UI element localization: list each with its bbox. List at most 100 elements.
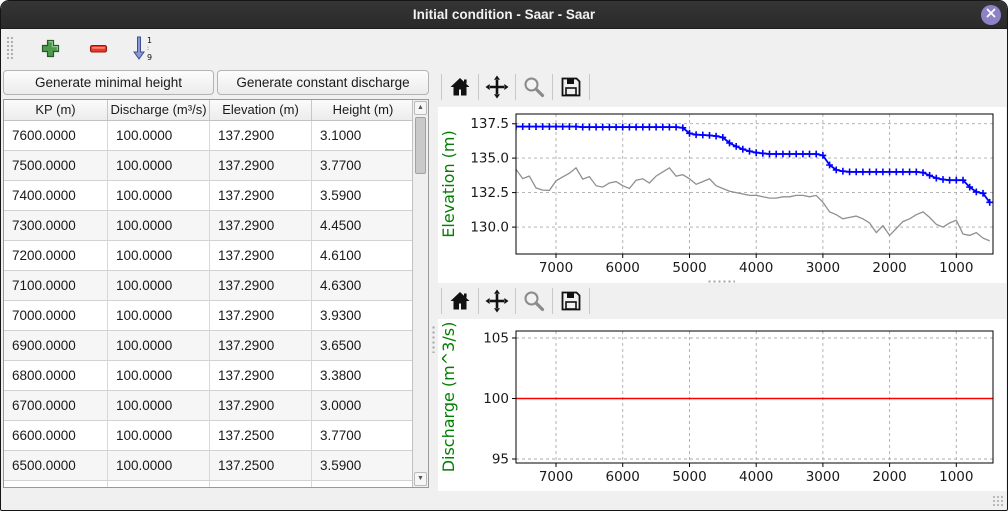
svg-text:1000: 1000 — [939, 469, 973, 485]
table-row[interactable] — [4, 481, 414, 488]
scroll-down-button[interactable]: ▼ — [414, 472, 427, 486]
table-cell[interactable]: 7000.0000 — [4, 301, 108, 331]
table-cell[interactable]: 6900.0000 — [4, 331, 108, 361]
table-row[interactable]: 7400.0000100.0000137.29003.5900 — [4, 181, 414, 211]
pane-splitter[interactable] — [429, 67, 438, 511]
table-cell[interactable]: 3.6500 — [312, 331, 414, 361]
table-row[interactable]: 7300.0000100.0000137.29004.4500 — [4, 211, 414, 241]
add-row-button[interactable] — [35, 33, 65, 63]
table-cell[interactable]: 6500.0000 — [4, 451, 108, 481]
column-header[interactable]: KP (m) — [4, 100, 108, 120]
svg-text:7000: 7000 — [539, 260, 573, 276]
table-cell[interactable]: 137.2900 — [210, 181, 312, 211]
table-cell[interactable]: 4.6100 — [312, 241, 414, 271]
table-cell[interactable]: 100.0000 — [108, 211, 210, 241]
home-button[interactable] — [445, 286, 475, 316]
table-cell[interactable] — [210, 481, 312, 488]
table-cell[interactable]: 100.0000 — [108, 331, 210, 361]
scroll-up-button[interactable]: ▲ — [414, 101, 427, 115]
window-resize-grip[interactable] — [992, 495, 1003, 506]
table-cell[interactable]: 137.2900 — [210, 121, 312, 151]
table-row[interactable]: 7600.0000100.0000137.29003.1000 — [4, 121, 414, 151]
table-cell[interactable]: 137.2900 — [210, 391, 312, 421]
generate-constant-discharge-button[interactable]: Generate constant discharge — [217, 70, 429, 95]
table-cell[interactable]: 100.0000 — [108, 181, 210, 211]
table-cell[interactable]: 100.0000 — [108, 241, 210, 271]
table-cell[interactable]: 4.6300 — [312, 271, 414, 301]
table-row[interactable]: 6800.0000100.0000137.29003.3800 — [4, 361, 414, 391]
home-button[interactable] — [445, 72, 475, 102]
column-header[interactable]: Discharge (m³/s) — [108, 100, 210, 120]
generate-minimal-height-button[interactable]: Generate minimal height — [3, 70, 214, 95]
table-row[interactable]: 7000.0000100.0000137.29003.9300 — [4, 301, 414, 331]
table-vertical-scrollbar[interactable]: ▲ ▼ — [412, 100, 428, 487]
table-cell[interactable]: 137.2900 — [210, 331, 312, 361]
table-cell[interactable] — [108, 481, 210, 488]
table-cell[interactable]: 100.0000 — [108, 151, 210, 181]
table-cell[interactable]: 137.2900 — [210, 361, 312, 391]
table-cell[interactable]: 100.0000 — [108, 421, 210, 451]
save-button[interactable] — [556, 286, 586, 316]
discharge-plot-canvas[interactable]: 700060005000400030002000100095100105Disc… — [438, 319, 1006, 491]
titlebar[interactable]: Initial condition - Saar - Saar — [1, 1, 1007, 29]
table-cell[interactable]: 100.0000 — [108, 451, 210, 481]
sort-rows-button[interactable]: 1 9 : — [129, 33, 159, 63]
table-cell[interactable] — [4, 481, 108, 488]
table-cell[interactable]: 3.5900 — [312, 181, 414, 211]
table-cell[interactable]: 7200.0000 — [4, 241, 108, 271]
table-cell[interactable]: 3.7700 — [312, 151, 414, 181]
table-cell[interactable]: 7300.0000 — [4, 211, 108, 241]
table-cell[interactable]: 7600.0000 — [4, 121, 108, 151]
save-button[interactable] — [556, 72, 586, 102]
close-button[interactable] — [981, 5, 1001, 25]
toolbar-drag-handle[interactable] — [6, 36, 14, 60]
scrollbar-thumb[interactable] — [415, 117, 426, 174]
table-row[interactable]: 6900.0000100.0000137.29003.6500 — [4, 331, 414, 361]
table-cell[interactable]: 137.2900 — [210, 241, 312, 271]
table-cell[interactable]: 3.1000 — [312, 121, 414, 151]
table-cell[interactable]: 100.0000 — [108, 121, 210, 151]
table-cell[interactable]: 137.2900 — [210, 301, 312, 331]
zoom-button[interactable] — [519, 286, 549, 316]
table-cell[interactable]: 4.4500 — [312, 211, 414, 241]
table-row[interactable]: 6700.0000100.0000137.29003.0000 — [4, 391, 414, 421]
table-header: KP (m)Discharge (m³/s)Elevation (m)Heigh… — [4, 100, 414, 121]
remove-row-button[interactable] — [83, 33, 113, 63]
column-header[interactable]: Height (m) — [312, 100, 414, 120]
table-cell[interactable]: 3.7700 — [312, 421, 414, 451]
svg-text:100: 100 — [483, 391, 509, 407]
table-cell[interactable]: 137.2500 — [210, 421, 312, 451]
elevation-plot-canvas[interactable]: 7000600050004000300020001000130.0132.513… — [438, 107, 1006, 283]
column-header[interactable]: Elevation (m) — [210, 100, 312, 120]
table-cell[interactable]: 3.5900 — [312, 451, 414, 481]
table-cell[interactable]: 6600.0000 — [4, 421, 108, 451]
table-cell[interactable]: 7400.0000 — [4, 181, 108, 211]
table-cell[interactable]: 137.2900 — [210, 211, 312, 241]
table-row[interactable]: 6500.0000100.0000137.25003.5900 — [4, 451, 414, 481]
table-row[interactable]: 7500.0000100.0000137.29003.7700 — [4, 151, 414, 181]
table-cell[interactable]: 3.0000 — [312, 391, 414, 421]
table-cell[interactable]: 3.3800 — [312, 361, 414, 391]
table-cell[interactable]: 100.0000 — [108, 391, 210, 421]
table-cell[interactable]: 7500.0000 — [4, 151, 108, 181]
table-row[interactable]: 7200.0000100.0000137.29004.6100 — [4, 241, 414, 271]
table-cell[interactable]: 6800.0000 — [4, 361, 108, 391]
pan-button[interactable] — [482, 286, 512, 316]
table-row[interactable]: 6600.0000100.0000137.25003.7700 — [4, 421, 414, 451]
table-cell[interactable]: 137.2500 — [210, 451, 312, 481]
table-cell[interactable]: 3.9300 — [312, 301, 414, 331]
pan-icon — [485, 289, 509, 313]
table-cell[interactable] — [312, 481, 414, 488]
table-cell[interactable]: 100.0000 — [108, 361, 210, 391]
table-cell[interactable]: 7100.0000 — [4, 271, 108, 301]
table-cell[interactable]: 100.0000 — [108, 301, 210, 331]
toolbar-separator — [478, 288, 479, 314]
table-cell[interactable]: 137.2900 — [210, 271, 312, 301]
toolbar-separator — [515, 74, 516, 100]
pan-button[interactable] — [482, 72, 512, 102]
table-row[interactable]: 7100.0000100.0000137.29004.6300 — [4, 271, 414, 301]
table-cell[interactable]: 100.0000 — [108, 271, 210, 301]
table-cell[interactable]: 137.2900 — [210, 151, 312, 181]
zoom-button[interactable] — [519, 72, 549, 102]
table-cell[interactable]: 6700.0000 — [4, 391, 108, 421]
